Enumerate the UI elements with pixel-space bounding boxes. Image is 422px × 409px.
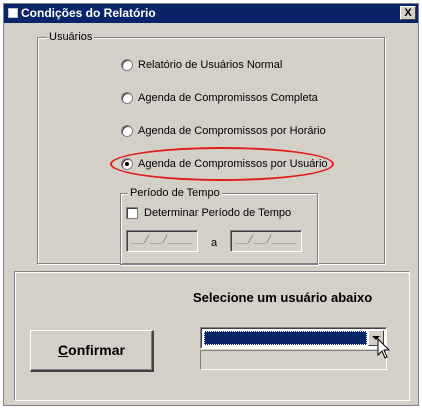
radio-agenda-por-horario[interactable]: Agenda de Compromissos por Horário: [121, 124, 326, 138]
date-separator: a: [211, 237, 218, 249]
window-icon: [8, 8, 18, 18]
periodo-group-legend: Período de Tempo: [128, 187, 222, 199]
periodo-group: [120, 193, 318, 265]
user-detail-field: [200, 350, 387, 370]
date-to-field[interactable]: __/__/____: [230, 230, 302, 252]
title-bar[interactable]: Condições do Relatório X: [4, 4, 418, 23]
radio-label: Relatório de Usuários Normal: [138, 59, 283, 71]
confirm-label-rest: onfirmar: [68, 342, 125, 358]
red-highlight-ellipse: [110, 147, 334, 181]
determinar-periodo-checkbox-row[interactable]: Determinar Período de Tempo: [126, 207, 291, 219]
date-from-field[interactable]: __/__/____: [126, 230, 198, 252]
usuarios-group-legend: Usuários: [47, 31, 95, 43]
select-user-prompt: Selecione um usuário abaixo: [193, 290, 373, 305]
window-title: Condições do Relatório: [21, 6, 156, 20]
checkbox-label: Determinar Período de Tempo: [144, 207, 292, 219]
radio-button[interactable]: [121, 92, 133, 104]
radio-button[interactable]: [121, 59, 133, 71]
user-selection-panel: Selecione um usuário abaixo Confirmar: [14, 271, 410, 401]
user-select-value: [204, 331, 367, 345]
user-select-combobox[interactable]: [200, 327, 387, 349]
confirm-button[interactable]: Confirmar: [30, 330, 154, 372]
close-button[interactable]: X: [400, 6, 416, 20]
radio-button[interactable]: [121, 125, 133, 137]
mouse-pointer-icon: [377, 338, 391, 359]
radio-agenda-completa[interactable]: Agenda de Compromissos Completa: [121, 91, 318, 105]
determinar-periodo-checkbox[interactable]: [126, 207, 138, 219]
report-conditions-window: Condições do Relatório X Usuários Relató…: [3, 3, 419, 406]
confirm-accel-letter: C: [58, 342, 69, 358]
radio-relatorio-usuarios-normal[interactable]: Relatório de Usuários Normal: [121, 58, 282, 72]
radio-label: Agenda de Compromissos por Horário: [138, 125, 326, 137]
radio-label: Agenda de Compromissos Completa: [138, 92, 318, 104]
